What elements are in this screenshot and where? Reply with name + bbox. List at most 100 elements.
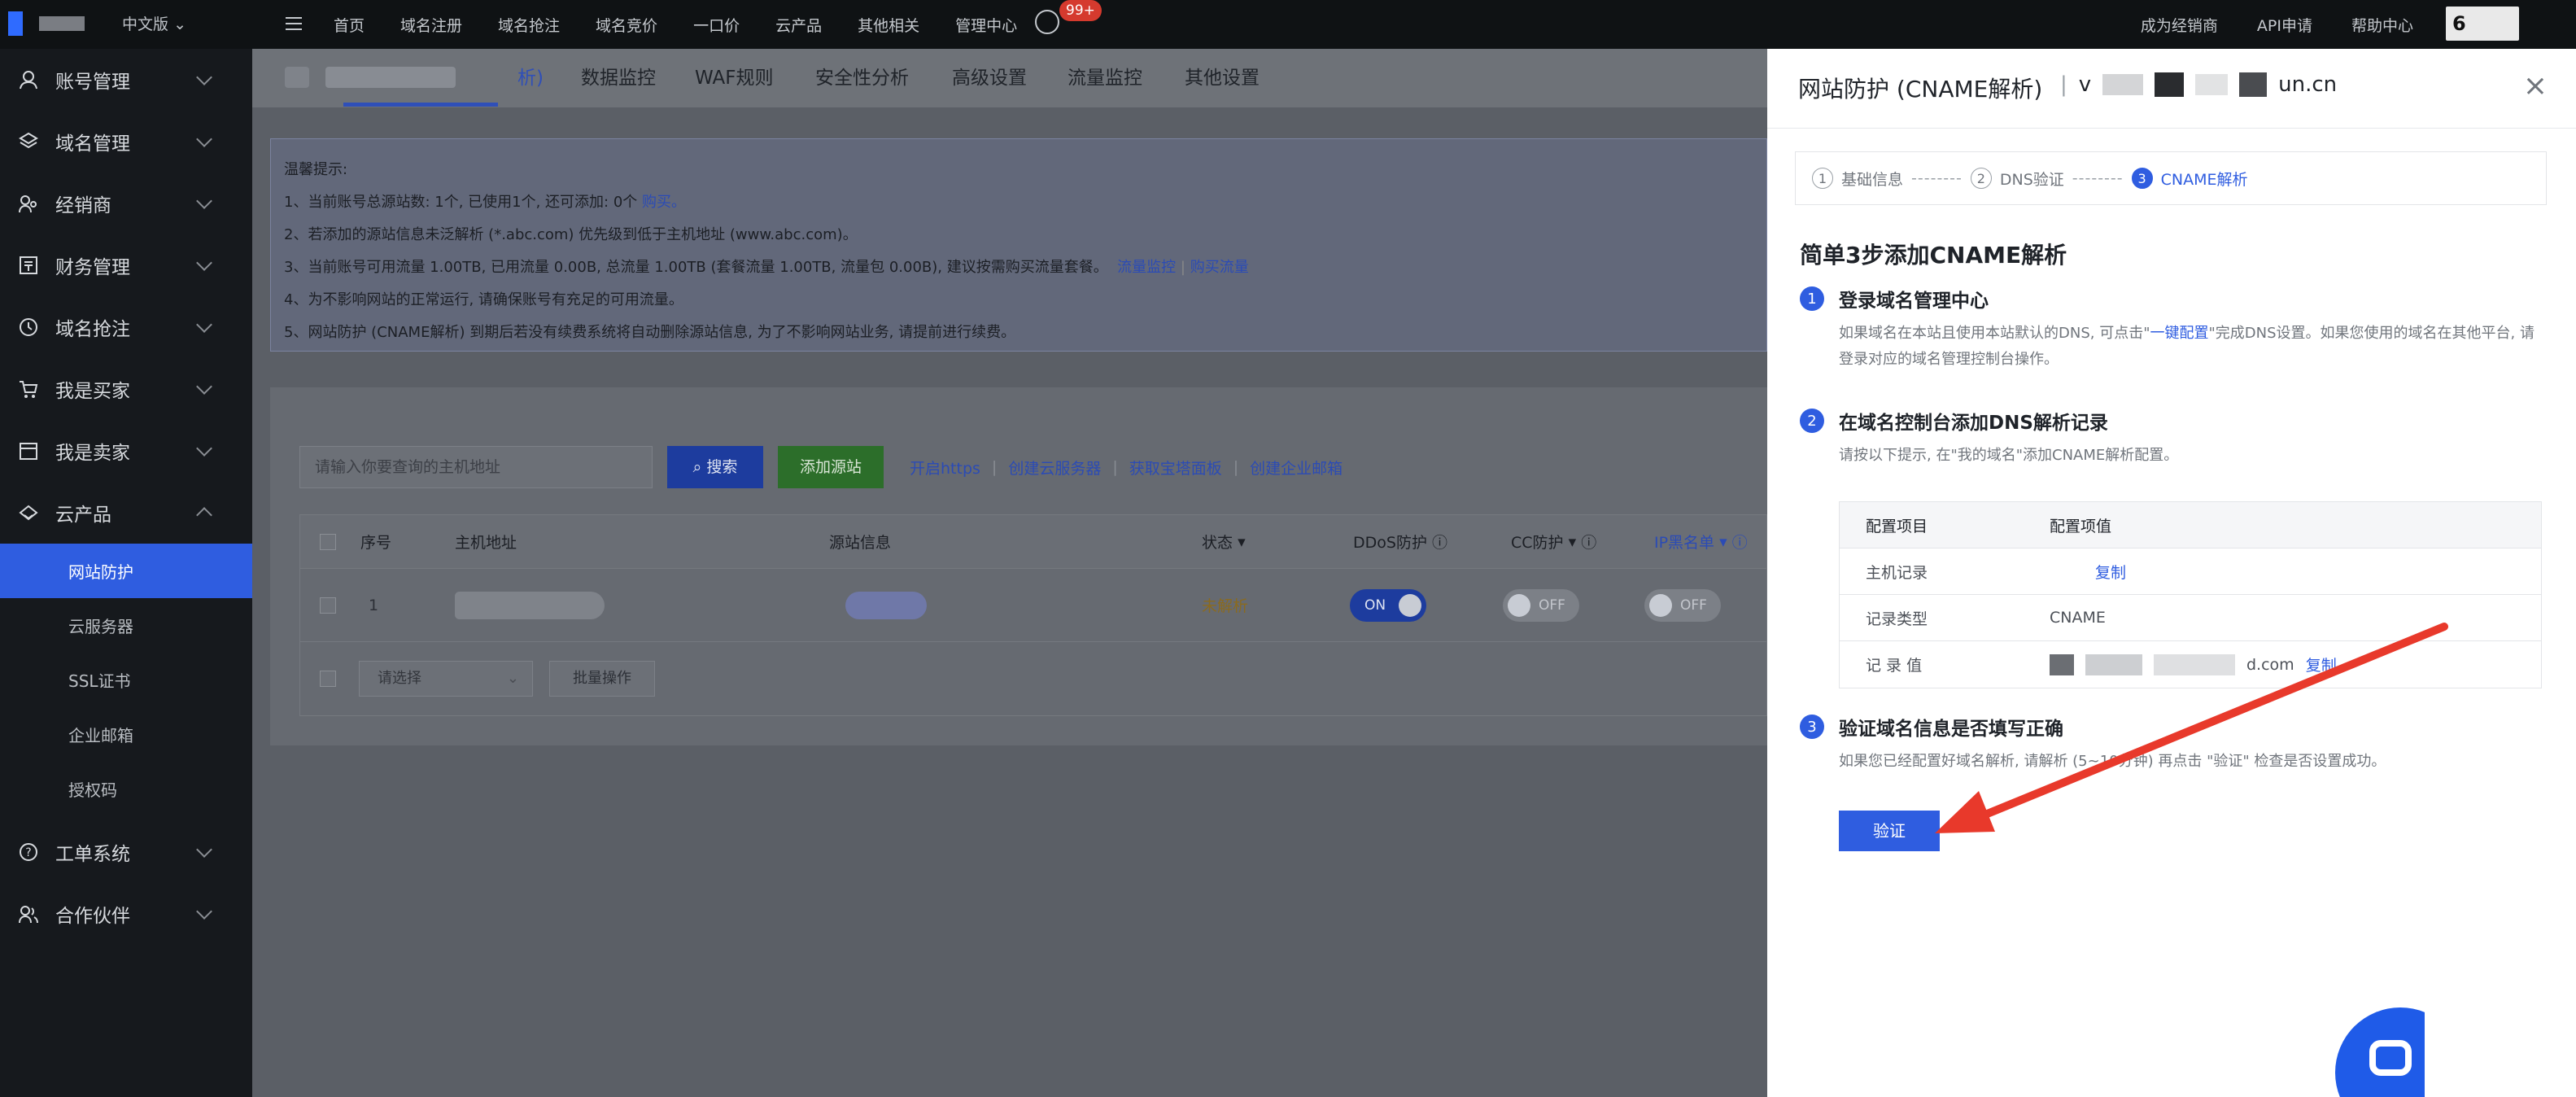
value-redaction <box>2050 653 2074 675</box>
cloud-icon <box>16 500 41 525</box>
nav-console[interactable]: 管理中心 <box>955 14 1017 36</box>
sidebar-item-partner[interactable]: 合作伙伴 <box>0 883 252 945</box>
buy-link[interactable]: 购买。 <box>642 194 686 211</box>
help-icon[interactable]: ⓘ <box>1581 531 1596 553</box>
close-icon[interactable]: × <box>2519 70 2552 103</box>
help-icon[interactable]: ⓘ <box>1732 531 1748 553</box>
config-row-host: 主机记录 复制 <box>1840 548 2541 595</box>
sidebar-item-ssl[interactable]: SSL证书 <box>0 653 252 707</box>
footer-checkbox[interactable] <box>320 671 336 687</box>
link-enable-https[interactable]: 开启https <box>910 457 980 479</box>
nav-domain-auction[interactable]: 域名竞价 <box>596 14 657 36</box>
config-col-value: 配置项值 <box>2050 517 2112 535</box>
nav-fixed-price[interactable]: 一口价 <box>693 14 740 36</box>
sidebar-item-ticket[interactable]: ? 工单系统 <box>0 821 252 883</box>
message-icon[interactable] <box>1035 10 1059 34</box>
sidebar-item-web-protection[interactable]: 网站防护 <box>0 544 252 598</box>
tab-cname-suffix[interactable]: 析) <box>517 49 544 107</box>
step-3-number: 3 <box>2131 168 2153 189</box>
col-cc-label: CC防护 <box>1511 534 1564 552</box>
search-button[interactable]: ⌕ 搜索 <box>667 446 763 488</box>
help-icon[interactable]: ⓘ <box>1432 531 1447 553</box>
search-input[interactable]: 请输入你要查询的主机地址 <box>299 446 653 488</box>
config-row-label: 主机记录 <box>1866 563 1928 582</box>
domain-redaction <box>2102 74 2144 95</box>
copy-value-link[interactable]: 复制 <box>2306 653 2337 675</box>
tab-waf-rules[interactable]: WAF规则 <box>695 49 773 107</box>
nav-other[interactable]: 其他相关 <box>858 14 919 36</box>
sidebar-item-account[interactable]: 账号管理 <box>0 49 252 111</box>
tab-traffic-monitor[interactable]: 流量监控 <box>1068 49 1142 107</box>
link-api-apply[interactable]: API申请 <box>2257 14 2312 36</box>
section-title: 简单3步添加CNAME解析 <box>1800 242 2067 269</box>
tab-advanced-settings[interactable]: 高级设置 <box>952 49 1027 107</box>
menu-icon[interactable] <box>283 13 304 34</box>
step-1-label: 基础信息 <box>1841 170 1904 189</box>
link-create-mail[interactable]: 创建企业邮箱 <box>1250 457 1343 479</box>
col-index: 序号 <box>360 534 392 552</box>
site-list-panel: 请输入你要查询的主机地址 ⌕ 搜索 添加源站 开启https | 创建云服务器 | … <box>270 387 1767 745</box>
value-redaction <box>2085 653 2142 675</box>
link-become-reseller[interactable]: 成为经销商 <box>2141 14 2218 36</box>
link-get-bt-panel[interactable]: 获取宝塔面板 <box>1129 457 1222 479</box>
copy-host-link[interactable]: 复制 <box>2095 561 2126 583</box>
batch-operation-button[interactable]: 批量操作 <box>549 661 655 697</box>
verify-button[interactable]: 验证 <box>1839 811 1940 851</box>
nav-domain-snap[interactable]: 域名抢注 <box>498 14 560 36</box>
sidebar-item-auth-code[interactable]: 授权码 <box>0 762 252 816</box>
row-origin-blurred <box>845 569 927 641</box>
sidebar-item-seller[interactable]: 我是卖家 <box>0 420 252 482</box>
step-2-label: DNS验证 <box>1999 170 2064 189</box>
chat-support-icon[interactable] <box>2335 1003 2425 1097</box>
tab-bar: 析) 数据监控 WAF规则 安全性分析 高级设置 流量监控 其他设置 <box>252 49 1767 107</box>
nav-cloud[interactable]: 云产品 <box>775 14 822 36</box>
sidebar-item-finance[interactable]: 财务管理 <box>0 234 252 296</box>
cc-toggle[interactable]: OFF <box>1503 588 1579 622</box>
step-2-description: 请按以下提示, 在"我的域名"添加CNAME解析配置。 <box>1839 447 2179 464</box>
select-all-checkbox[interactable] <box>320 533 336 550</box>
sidebar-item-buyer[interactable]: 我是买家 <box>0 358 252 420</box>
value-redaction <box>2154 653 2235 675</box>
tab-basic-blurred[interactable] <box>285 60 480 96</box>
step-badge: 2 <box>1800 409 1824 433</box>
link-help-center[interactable]: 帮助中心 <box>2351 14 2413 36</box>
tab-data-monitor[interactable]: 数据监控 <box>581 49 656 107</box>
avatar[interactable]: 6 <box>2446 7 2519 41</box>
language-selector[interactable]: 中文版 ⌄ <box>122 8 186 41</box>
col-ddos: DDoS防护 ⓘ <box>1353 515 1447 568</box>
row-checkbox[interactable] <box>320 597 336 614</box>
chevron-down-icon <box>196 317 212 333</box>
sidebar-item-cloud-server[interactable]: 云服务器 <box>0 598 252 653</box>
tab-other-settings[interactable]: 其他设置 <box>1185 49 1260 107</box>
domain-redaction <box>2239 72 2268 97</box>
col-status[interactable]: 状态 ▾ <box>1202 515 1246 568</box>
logo[interactable] <box>8 11 114 36</box>
notification-badge: 99+ <box>1059 0 1102 21</box>
traffic-monitor-link[interactable]: 流量监控 <box>1117 259 1176 276</box>
col-cc[interactable]: CC防护 ▾ ⓘ <box>1511 515 1596 568</box>
one-click-config-link[interactable]: 一键配置 <box>2150 325 2208 342</box>
table-row: 1 未解析 ON OFF OFF <box>300 569 1766 642</box>
sidebar-item-reseller[interactable]: 经销商 <box>0 173 252 234</box>
sidebar-item-mail[interactable]: 企业邮箱 <box>0 707 252 762</box>
sidebar-item-snap[interactable]: 域名抢注 <box>0 296 252 358</box>
link-create-server[interactable]: 创建云服务器 <box>1008 457 1101 479</box>
ddos-toggle[interactable]: ON <box>1350 588 1426 622</box>
nav-home[interactable]: 首页 <box>334 14 365 36</box>
nav-domain-register[interactable]: 域名注册 <box>400 14 462 36</box>
col-ip-blacklist[interactable]: IP黑名单 ▾ ⓘ <box>1654 515 1748 568</box>
sidebar-item-domain[interactable]: 域名管理 <box>0 111 252 173</box>
add-site-button[interactable]: 添加源站 <box>778 446 884 488</box>
tips-line-1: 1、当前账号总源站数: 1个, 已使用1个, 还可添加: 0个 购买。 <box>284 186 1753 219</box>
batch-select[interactable]: 请选择 ⌄ <box>359 661 533 697</box>
main-content: 析) 数据监控 WAF规则 安全性分析 高级设置 流量监控 其他设置 温馨提示:… <box>252 49 1767 1097</box>
domain-prefix: v <box>2078 72 2092 97</box>
tab-security-analysis[interactable]: 安全性分析 <box>815 49 909 107</box>
ip-blacklist-toggle[interactable]: OFF <box>1644 588 1721 622</box>
step-3-description: 如果您已经配置好域名解析, 请解析 (5~10分钟) 再点击 "验证" 检查是否… <box>1839 753 2386 770</box>
sidebar-item-label: 账号管理 <box>55 72 130 93</box>
buy-traffic-link[interactable]: 购买流量 <box>1190 259 1249 276</box>
sidebar-item-cloud[interactable]: 云产品 <box>0 482 252 544</box>
title-divider: | <box>2060 72 2067 97</box>
chevron-down-icon <box>196 440 212 457</box>
